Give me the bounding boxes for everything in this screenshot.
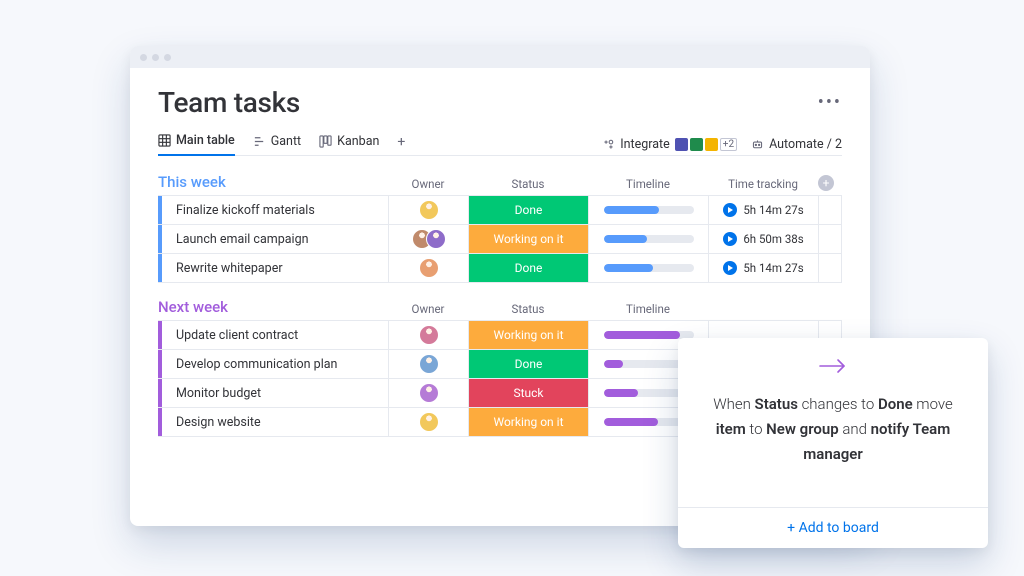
column-header-timeline[interactable]: Timeline: [588, 302, 708, 316]
gantt-icon: [253, 135, 266, 148]
column-header-owner[interactable]: Owner: [388, 302, 468, 316]
play-icon[interactable]: [723, 232, 737, 246]
integrate-label: Integrate: [620, 137, 670, 152]
task-name[interactable]: Develop communication plan: [158, 350, 388, 378]
tab-label: Gantt: [271, 134, 301, 149]
row-spacer: [818, 196, 838, 224]
column-header-time-tracking[interactable]: Time tracking: [708, 177, 818, 191]
status-cell[interactable]: Working on it: [469, 321, 588, 349]
tab-label: Main table: [176, 133, 235, 148]
owner-cell[interactable]: [388, 196, 468, 224]
tab-label: Kanban: [337, 134, 379, 149]
avatar[interactable]: [419, 383, 439, 403]
task-name[interactable]: Rewrite whitepaper: [158, 254, 388, 282]
page-title: Team tasks: [158, 86, 300, 119]
task-name[interactable]: Finalize kickoff materials: [158, 196, 388, 224]
automate-label: Automate / 2: [769, 137, 842, 152]
avatar[interactable]: [426, 229, 446, 249]
time-tracked: 5h 14m 27s: [743, 261, 803, 275]
table-row[interactable]: Launch email campaign Working on it 6h 5…: [158, 224, 842, 254]
avatar[interactable]: [419, 325, 439, 345]
time-tracking-cell[interactable]: 5h 14m 27s: [708, 254, 818, 282]
automate-button[interactable]: Automate / 2: [751, 137, 842, 152]
owner-cell[interactable]: [388, 225, 468, 253]
task-name[interactable]: Design website: [158, 408, 388, 436]
status-cell[interactable]: Done: [469, 196, 588, 224]
avatar[interactable]: [419, 412, 439, 432]
time-tracking-cell[interactable]: 6h 50m 38s: [708, 225, 818, 253]
kanban-icon: [319, 135, 332, 148]
board-menu-button[interactable]: •••: [818, 92, 842, 113]
owner-cell[interactable]: [388, 350, 468, 378]
owner-cell[interactable]: [388, 379, 468, 407]
group-title[interactable]: Next week: [158, 298, 388, 316]
tab-main-table[interactable]: Main table: [158, 133, 235, 156]
row-spacer: [818, 254, 838, 282]
timeline-bar[interactable]: [604, 206, 694, 214]
row-spacer: [818, 225, 838, 253]
task-name[interactable]: Launch email campaign: [158, 225, 388, 253]
task-name[interactable]: Update client contract: [158, 321, 388, 349]
time-tracked: 6h 50m 38s: [743, 232, 803, 246]
status-cell[interactable]: Working on it: [469, 225, 588, 253]
tab-kanban[interactable]: Kanban: [319, 134, 379, 155]
timeline-cell[interactable]: [588, 196, 708, 224]
owner-cell[interactable]: [388, 408, 468, 436]
timeline-cell[interactable]: [588, 254, 708, 282]
status-cell[interactable]: Working on it: [469, 408, 588, 436]
task-name[interactable]: Monitor budget: [158, 379, 388, 407]
add-view-button[interactable]: +: [397, 134, 405, 156]
play-icon[interactable]: [723, 261, 737, 275]
timeline-cell[interactable]: [588, 225, 708, 253]
traffic-dot: [140, 54, 147, 61]
grid-icon: [158, 134, 171, 147]
table-row[interactable]: Rewrite whitepaper Done 5h 14m 27s: [158, 253, 842, 283]
timeline-bar[interactable]: [604, 235, 694, 243]
app-chip-icon: [705, 138, 718, 151]
group-title[interactable]: This week: [158, 173, 388, 191]
time-tracking-cell[interactable]: 5h 14m 27s: [708, 196, 818, 224]
app-chip-icon: [690, 138, 703, 151]
app-chip-icon: [675, 138, 688, 151]
integrate-button[interactable]: Integrate +2: [602, 137, 737, 152]
timeline-bar[interactable]: [604, 331, 694, 339]
view-tabs: Main table Gantt Kanban +: [158, 133, 405, 156]
tab-gantt[interactable]: Gantt: [253, 134, 301, 155]
owner-cell[interactable]: [388, 254, 468, 282]
column-header-timeline[interactable]: Timeline: [588, 177, 708, 191]
integrate-icon: [602, 138, 615, 151]
table-row[interactable]: Finalize kickoff materials Done 5h 14m 2…: [158, 195, 842, 225]
status-cell[interactable]: Stuck: [469, 379, 588, 407]
traffic-dot: [152, 54, 159, 61]
integration-chips: +2: [675, 138, 737, 151]
avatar[interactable]: [419, 354, 439, 374]
status-cell[interactable]: Done: [469, 350, 588, 378]
more-integrations-badge[interactable]: +2: [720, 138, 737, 151]
robot-icon: [751, 138, 764, 151]
add-column-button[interactable]: +: [818, 175, 834, 191]
column-header-status[interactable]: Status: [468, 177, 588, 191]
play-icon[interactable]: [723, 203, 737, 217]
automation-recipe-text: When Status changes to Done move item to…: [700, 392, 966, 466]
add-to-board-button[interactable]: + Add to board: [678, 507, 988, 548]
arrow-right-icon: [816, 356, 850, 380]
traffic-dot: [164, 54, 171, 61]
automation-card: When Status changes to Done move item to…: [678, 338, 988, 548]
status-cell[interactable]: Done: [469, 254, 588, 282]
window-titlebar: [130, 46, 870, 68]
column-header-owner[interactable]: Owner: [388, 177, 468, 191]
owner-cell[interactable]: [388, 321, 468, 349]
avatar[interactable]: [419, 200, 439, 220]
avatar[interactable]: [419, 258, 439, 278]
column-header-status[interactable]: Status: [468, 302, 588, 316]
timeline-bar[interactable]: [604, 264, 694, 272]
time-tracked: 5h 14m 27s: [743, 203, 803, 217]
